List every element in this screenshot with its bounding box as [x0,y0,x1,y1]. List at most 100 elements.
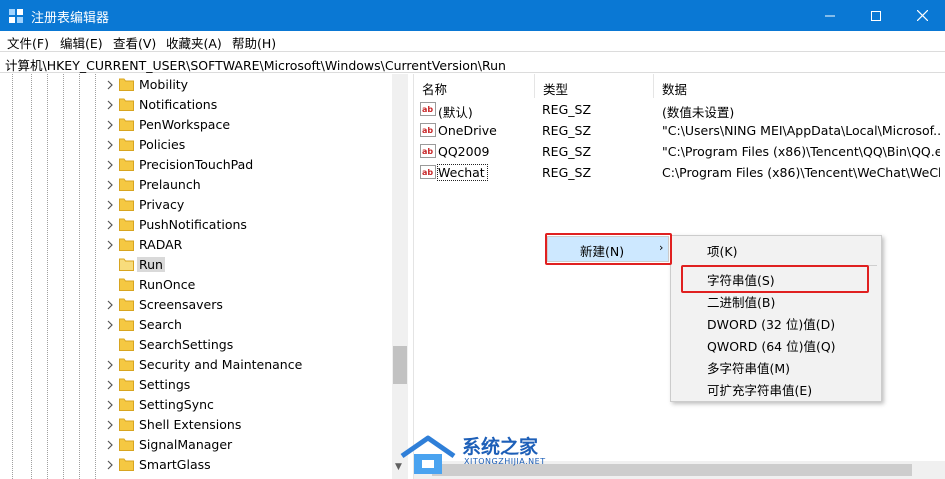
tree-item[interactable]: SettingSync [0,395,392,415]
chevron-right-icon[interactable] [105,319,115,331]
chevron-right-icon[interactable] [105,219,115,231]
column-header-data[interactable]: 数据 [654,74,945,98]
submenu-item-key[interactable]: 项(K) [707,241,737,260]
chevron-right-icon[interactable] [105,239,115,251]
tree-item-label: SignalManager [139,437,233,452]
tree-item-label: Screensavers [139,297,223,312]
chevron-right-icon[interactable] [105,79,115,91]
tree-item-label: RADAR [139,237,183,252]
string-value-icon: ab [420,123,436,137]
chevron-right-icon[interactable] [105,459,115,471]
tree-item[interactable]: SearchSettings [0,335,392,355]
menu-favorites[interactable]: 收藏夹(A) [166,33,222,52]
value-data: (数值未设置) [662,105,735,120]
svg-text:ab: ab [422,168,433,177]
close-button[interactable] [899,0,945,31]
submenu-item-dword-value[interactable]: DWORD (32 位)值(D) [707,314,835,333]
chevron-right-icon[interactable] [105,199,115,211]
tree-item[interactable]: Shell Extensions [0,415,392,435]
chevron-right-icon[interactable] [105,359,115,371]
tree-item-label: Security and Maintenance [139,357,303,372]
tree-item[interactable]: PrecisionTouchPad [0,155,392,175]
chevron-right-icon[interactable] [105,299,115,311]
folder-icon [119,438,134,451]
folder-icon [119,278,134,291]
title-bar[interactable]: 注册表编辑器 [0,0,945,31]
value-row[interactable]: ab Wechat REG_SZ C:\Program Files (x86)\Ten… [414,162,945,183]
tree-item[interactable]: Policies [0,135,392,155]
menu-edit[interactable]: 编辑(E) [60,33,103,52]
tree-item-label: SmartGlass [139,457,211,472]
value-data: "C:\Users\NING MEI\AppData\Local\Microso… [662,123,940,138]
tree-item[interactable]: PushNotifications [0,215,392,235]
value-row[interactable]: ab QQ2009 REG_SZ "C:\Program Files (x86)\Te… [414,141,945,162]
chevron-right-icon[interactable] [105,159,115,171]
chevron-right-icon[interactable] [105,419,115,431]
menu-view[interactable]: 查看(V) [113,33,156,52]
value-row[interactable]: ab (默认) REG_SZ (数值未设置) [414,99,945,120]
tree-item[interactable]: SignalManager [0,435,392,455]
string-value-icon: ab [420,165,436,179]
tree-item[interactable]: Run [0,255,392,275]
tree-item-label: Search [139,317,182,332]
menu-bar: 文件(F) 编辑(E) 查看(V) 收藏夹(A) 帮助(H) [0,31,945,51]
chevron-right-icon[interactable] [105,119,115,131]
tree-item-label: PrecisionTouchPad [139,157,254,172]
window-title: 注册表编辑器 [31,11,110,26]
chevron-right-icon[interactable] [105,439,115,451]
folder-icon [119,298,134,311]
tree-item-label: Run [137,257,165,272]
folder-icon [119,218,134,231]
chevron-right-icon[interactable] [105,179,115,191]
key-tree-pane[interactable]: Mobility Notifications PenWorkspace Policie… [0,74,408,479]
highlight-box-new [545,233,672,265]
tree-item[interactable]: SmartGlass [0,455,392,475]
address-text[interactable]: 计算机\HKEY_CURRENT_USER\SOFTWARE\Microsoft… [5,55,506,74]
tree-item[interactable]: Prelaunch [0,175,392,195]
value-data: "C:\Program Files (x86)\Tencent\QQ\Bin\Q… [662,144,940,159]
tree-item[interactable]: Privacy [0,195,392,215]
chevron-right-icon[interactable] [105,399,115,411]
minimize-icon [825,15,835,16]
folder-icon [119,178,134,191]
tree-item[interactable]: Search [0,315,392,335]
tree-vertical-scrollbar[interactable]: ▼ [392,74,408,479]
value-data: C:\Program Files (x86)\Tencent\WeChat\We… [662,165,940,180]
tree-item-label: Notifications [139,97,218,112]
tree-item[interactable]: RunOnce [0,275,392,295]
tree-item-label: PushNotifications [139,217,247,232]
value-row[interactable]: ab OneDrive REG_SZ "C:\Users\NING MEI\AppDa… [414,120,945,141]
tree-item-label: Mobility [139,77,189,92]
minimize-button[interactable] [807,0,853,31]
tree-item[interactable]: RADAR [0,235,392,255]
submenu-item-multi-string-value[interactable]: 多字符串值(M) [707,358,790,377]
tree-item-label: Privacy [139,197,185,212]
maximize-button[interactable] [853,0,899,31]
tree-item[interactable]: Settings [0,375,392,395]
value-type: REG_SZ [542,165,592,180]
column-header-name[interactable]: 名称 [414,74,535,98]
tree-item-label: SearchSettings [139,337,234,352]
registry-editor-window: 注册表编辑器 文件(F) 编辑(E) 查看(V) 收藏夹(A) 帮助(H) 计算… [0,0,945,479]
tree-item[interactable]: Screensavers [0,295,392,315]
submenu-item-binary-value[interactable]: 二进制值(B) [707,292,775,311]
tree-item[interactable]: PenWorkspace [0,115,392,135]
tree-item[interactable]: Security and Maintenance [0,355,392,375]
regedit-app-icon [9,9,23,23]
folder-icon [119,158,134,171]
menu-help[interactable]: 帮助(H) [232,33,276,52]
chevron-right-icon[interactable] [105,379,115,391]
folder-icon [119,118,134,131]
tree-item[interactable]: Notifications [0,95,392,115]
tree-item[interactable]: Mobility [0,75,392,95]
submenu-item-qword-value[interactable]: QWORD (64 位)值(Q) [707,336,836,355]
tree-scroll-thumb[interactable] [393,346,407,384]
house-logo-icon [400,435,456,474]
column-header-type[interactable]: 类型 [535,74,654,98]
chevron-right-icon[interactable] [105,139,115,151]
chevron-right-icon[interactable] [105,99,115,111]
menu-file[interactable]: 文件(F) [7,33,49,52]
folder-icon [119,198,134,211]
address-bar[interactable]: 计算机\HKEY_CURRENT_USER\SOFTWARE\Microsoft… [0,51,945,73]
submenu-item-expandable-string-value[interactable]: 可扩充字符串值(E) [707,380,812,399]
